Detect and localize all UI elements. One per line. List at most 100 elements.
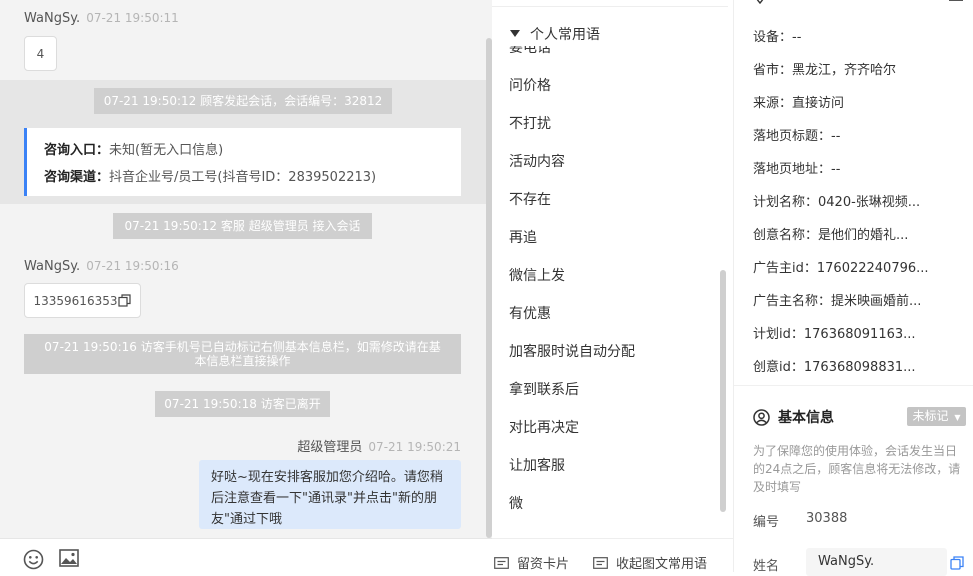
consult-entry-value: 未知(暂无入口信息) <box>109 143 224 158</box>
sender-name: 超级管理员 <box>297 440 363 455</box>
image-icon[interactable] <box>59 549 79 567</box>
system-message: 07-21 19:50:12 客服 超级管理员 接入会话 <box>113 213 372 239</box>
field-value: 176022240796... <box>816 261 929 276</box>
phrase-group-toggle[interactable]: 个人常用语 <box>510 24 600 44</box>
phrase-item[interactable]: 有优惠 <box>509 306 551 322</box>
emoji-icon[interactable] <box>23 549 44 570</box>
message-sender: WaNgSy. 07-21 19:50:11 <box>24 11 179 26</box>
phrase-scrollbar[interactable] <box>720 270 726 512</box>
caret-down-icon <box>510 30 520 37</box>
consult-info-card: 咨询入口：未知(暂无入口信息) 咨询渠道：抖音企业号/员工号(抖音号ID：283… <box>24 128 461 196</box>
consult-channel-value: 抖音企业号/员工号(抖音号ID：2839502213) <box>109 170 377 185</box>
phrase-item[interactable]: 拿到联系后 <box>509 382 579 398</box>
copy-icon[interactable] <box>118 294 132 307</box>
message-icon <box>593 556 608 569</box>
phrase-item[interactable]: 不打扰 <box>509 116 551 132</box>
field-label: 创意id： <box>753 360 804 375</box>
phrase-item[interactable]: 不存在 <box>509 192 551 208</box>
system-message-text: 07-21 19:50:18 访客已离开 <box>164 397 321 411</box>
field-label: 计划id： <box>753 327 804 342</box>
phrase-item[interactable]: 让加客服 <box>509 458 565 474</box>
field-label: 落地页标题： <box>753 129 832 144</box>
field-label: 计划名称： <box>753 195 819 210</box>
system-message: 07-21 19:50:16 访客手机号已自动标记右侧基本信息栏，如需修改请在基… <box>24 334 461 374</box>
field-value: 直接访问 <box>792 96 845 111</box>
id-label: 编号 <box>753 515 780 530</box>
message-sender: WaNgSy. 07-21 19:50:16 <box>24 259 179 274</box>
copy-icon[interactable] <box>950 556 964 570</box>
phrase-panel-footer: 留资卡片 收起图文常用语 <box>492 538 733 573</box>
consult-channel-row: 咨询渠道：抖音企业号/员工号(抖音号ID：2839502213) <box>44 166 461 193</box>
province-row: 省市：黑龙江，齐齐哈尔 <box>753 59 896 78</box>
phrase-group-title: 个人常用语 <box>530 27 600 43</box>
phrase-item[interactable]: 问价格 <box>509 78 551 94</box>
field-value: -- <box>792 30 802 45</box>
field-label: 设备： <box>753 30 793 45</box>
consult-entry-label: 咨询入口： <box>44 143 110 158</box>
message-time: 07-21 19:50:21 <box>368 440 461 454</box>
expand-icon[interactable] <box>949 0 963 1</box>
mark-status-dropdown[interactable]: 未标记 ▼ <box>907 407 966 426</box>
notice-text: 的24点之后，顾客信息将无法修改，请 <box>753 462 961 476</box>
field-label: 来源： <box>753 96 793 111</box>
divider <box>734 385 973 386</box>
field-label: 广告主id： <box>753 261 817 276</box>
system-message-text: 07-21 19:50:12 顾客发起会话，会话编号：32812 <box>103 94 383 108</box>
phrase-item[interactable]: 微信上发 <box>509 268 565 284</box>
sender-name: WaNgSy. <box>24 11 81 26</box>
creative-name-row: 创意名称：是他们的婚礼... <box>753 224 908 243</box>
visitor-message-bubble: 4 <box>24 36 57 71</box>
consult-entry-row: 咨询入口：未知(暂无入口信息) <box>44 139 461 166</box>
message-text: 4 <box>36 46 45 61</box>
field-label: 省市： <box>753 63 793 78</box>
plan-name-row: 计划名称：0420-张琳视频... <box>753 191 920 210</box>
phrase-list[interactable]: 要电话 问价格 不打扰 活动内容 不存在 再追 微信上发 有优惠 加客服时说自动… <box>492 46 728 518</box>
basic-info-title-text: 基本信息 <box>778 410 834 426</box>
collapse-phrases-label: 收起图文常用语 <box>616 557 708 572</box>
edit-deadline-notice: 为了保障您的使用体验，会话发生当日 的24点之后，顾客信息将无法修改，请 及时填… <box>753 442 965 496</box>
phrase-item[interactable]: 要电话 <box>509 46 551 56</box>
divider <box>492 6 728 7</box>
message-text: 友"通过下哦 <box>211 512 282 527</box>
sender-name: WaNgSy. <box>24 259 81 274</box>
system-message-text: 07-21 19:50:16 访客手机号已自动标记右侧基本信息栏，如需修改请在基 <box>44 340 441 354</box>
collapse-phrases-button[interactable]: 收起图文常用语 <box>593 553 707 572</box>
field-value: -- <box>831 162 841 177</box>
field-label: 广告主名称： <box>753 294 832 309</box>
advertiser-name-row: 广告主名称：提米映画婚前... <box>753 290 921 309</box>
advertiser-id-row: 广告主id：176022240796... <box>753 257 929 276</box>
mark-status-label: 未标记 <box>912 409 949 423</box>
chat-message-list[interactable]: WaNgSy. 07-21 19:50:11 4 07-21 19:50:12 顾… <box>0 0 492 538</box>
device-row: 设备：-- <box>753 26 801 45</box>
field-value: 0420-张琳视频... <box>818 195 921 210</box>
system-message-text: 07-21 19:50:12 客服 超级管理员 接入会话 <box>124 219 361 233</box>
source-row: 来源：直接访问 <box>753 92 844 111</box>
landing-url-row: 落地页地址：-- <box>753 158 840 177</box>
phrase-item[interactable]: 活动内容 <box>509 154 565 170</box>
field-value: -- <box>831 129 841 144</box>
name-label: 姓名 <box>753 559 780 574</box>
name-input-value: WaNgSy. <box>818 554 875 569</box>
visitor-info-panel: 设备：-- 省市：黑龙江，齐齐哈尔 来源：直接访问 落地页标题：-- 落地页地址… <box>734 0 973 576</box>
phrase-item[interactable]: 加客服时说自动分配 <box>509 344 635 360</box>
consult-channel-label: 咨询渠道： <box>44 170 110 185</box>
notice-text: 及时填写 <box>753 480 802 494</box>
creative-id-row: 创意id：176368098831... <box>753 356 916 375</box>
common-phrases-panel: 要电话 问价格 不打扰 活动内容 不存在 再追 微信上发 有优惠 加客服时说自动… <box>492 0 734 572</box>
message-text: 13359616353 <box>33 293 118 308</box>
chat-panel: WaNgSy. 07-21 19:50:11 4 07-21 19:50:12 顾… <box>0 0 492 573</box>
field-value: 176368098831... <box>803 360 916 375</box>
phrase-item[interactable]: 再追 <box>509 230 537 246</box>
message-text: 后注意查看一下"通讯录"并点击"新的朋 <box>211 491 437 506</box>
lead-card-button[interactable]: 留资卡片 <box>494 553 569 572</box>
location-icon <box>756 0 764 4</box>
field-value: 是他们的婚礼... <box>818 228 909 243</box>
card-icon <box>494 556 509 569</box>
visitor-message-bubble: 13359616353 <box>24 283 141 318</box>
phrase-item[interactable]: 微 <box>509 496 523 512</box>
id-value: 30388 <box>806 511 848 526</box>
phrase-item[interactable]: 对比再决定 <box>509 420 579 436</box>
lead-card-label: 留资卡片 <box>517 557 570 572</box>
system-message: 07-21 19:50:18 访客已离开 <box>155 391 330 417</box>
plan-id-row: 计划id：176368091163... <box>753 323 916 342</box>
